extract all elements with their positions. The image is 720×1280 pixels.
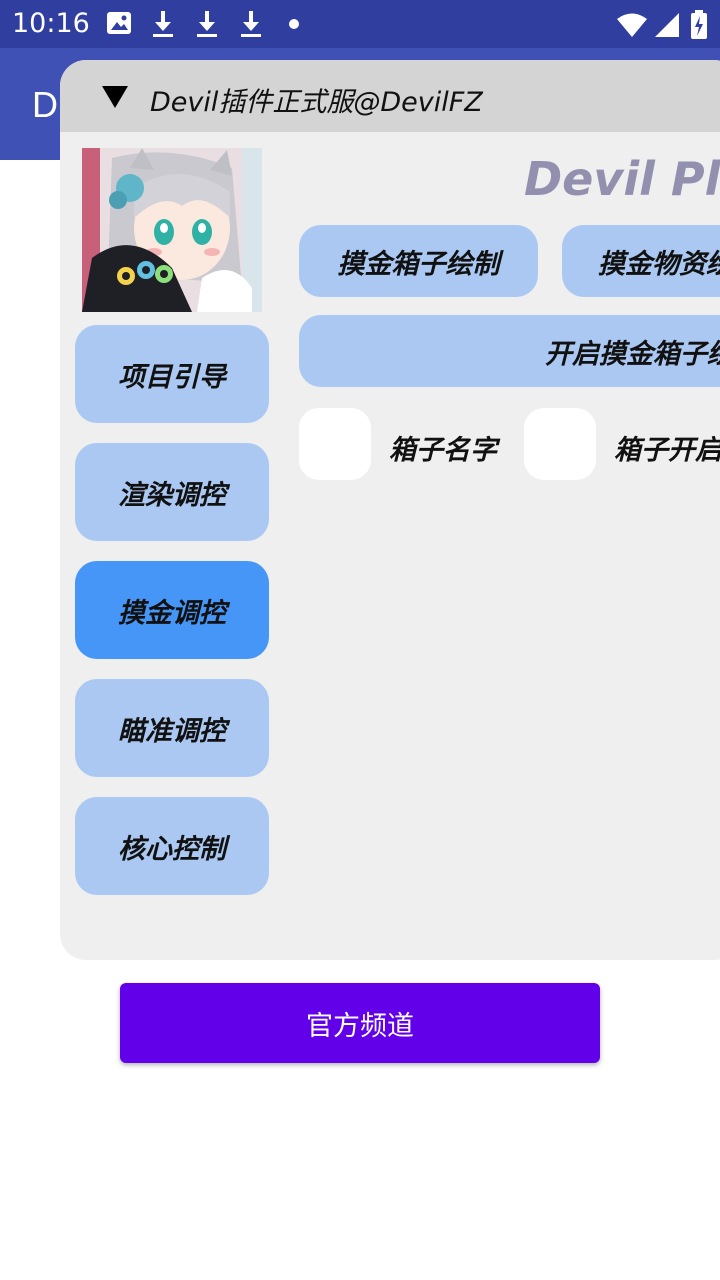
box-open-checkbox[interactable] bbox=[524, 408, 596, 480]
status-time: 10:16 bbox=[12, 8, 90, 39]
collapse-triangle-icon[interactable] bbox=[102, 86, 128, 108]
brand-logo-text: Devil Plu bbox=[524, 152, 720, 206]
nav-core-control-button[interactable]: 核心控制 bbox=[75, 797, 269, 895]
box-name-checkbox[interactable] bbox=[299, 408, 371, 480]
open-box-draw-button[interactable]: 开启摸金箱子绘 bbox=[299, 315, 720, 387]
download-icon bbox=[197, 11, 217, 37]
nav-aim-control-button[interactable]: 瞄准调控 bbox=[75, 679, 269, 777]
download-icon bbox=[153, 11, 173, 37]
avatar bbox=[82, 148, 262, 312]
nav-project-guide-button[interactable]: 项目引导 bbox=[75, 325, 269, 423]
box-open-label: 箱子开启 bbox=[614, 435, 720, 466]
image-icon bbox=[107, 12, 131, 34]
official-channel-button[interactable]: 官方频道 bbox=[120, 983, 600, 1063]
item-draw-button[interactable]: 摸金物资绘 bbox=[562, 225, 720, 297]
status-bar: 10:16 bbox=[0, 0, 720, 48]
box-name-label: 箱子名字 bbox=[389, 435, 497, 466]
dot-icon bbox=[289, 19, 299, 29]
signal-icon bbox=[655, 13, 679, 37]
panel-title: Devil插件正式服@DevilFZ bbox=[150, 87, 483, 118]
battery-icon bbox=[691, 10, 707, 39]
nav-render-control-button[interactable]: 渲染调控 bbox=[75, 443, 269, 541]
download-icon bbox=[241, 11, 261, 37]
nav-loot-control-button[interactable]: 摸金调控 bbox=[75, 561, 269, 659]
wifi-icon bbox=[617, 13, 647, 37]
box-draw-button[interactable]: 摸金箱子绘制 bbox=[299, 225, 538, 297]
app-title: D bbox=[32, 84, 58, 125]
plugin-panel[interactable]: Devil插件正式服@DevilFZ 项目引导 渲染调控 摸金调控 瞄准调控 核… bbox=[60, 60, 720, 960]
panel-header[interactable]: Devil插件正式服@DevilFZ bbox=[60, 60, 720, 132]
